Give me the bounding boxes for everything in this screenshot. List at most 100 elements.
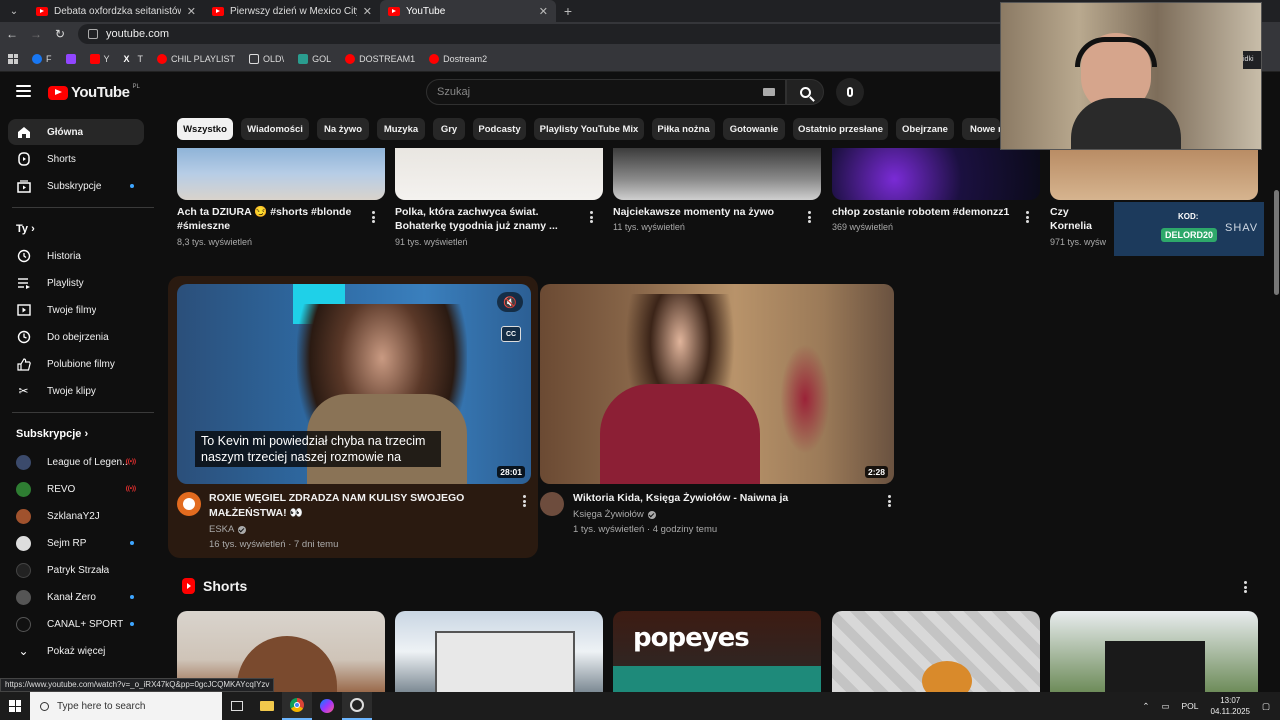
page-scrollbar[interactable] bbox=[1274, 190, 1279, 295]
sidebar-you-heading[interactable]: Ty › bbox=[16, 223, 35, 235]
tab-close-icon[interactable]: ✕ bbox=[187, 5, 196, 18]
video-title[interactable]: Ach ta DZIURA 😏 #shorts #blonde #śmieszn… bbox=[177, 205, 357, 233]
bookmark-folder[interactable]: OLD\ bbox=[249, 53, 284, 64]
channel-avatar[interactable] bbox=[177, 492, 201, 516]
closed-captions-icon[interactable]: CC bbox=[501, 326, 521, 342]
channel-avatar[interactable] bbox=[540, 492, 564, 516]
more-options-icon[interactable] bbox=[589, 211, 593, 223]
video-title[interactable]: Najciekawsze momenty na żywo bbox=[613, 205, 793, 219]
tab-search-button[interactable]: ⌄ bbox=[0, 0, 28, 22]
chip[interactable]: Playlisty YouTube Mix bbox=[534, 118, 644, 140]
video-title[interactable]: Czy Kornelia zaręczynowy bbox=[1050, 205, 1112, 233]
short-thumbnail[interactable] bbox=[1050, 611, 1258, 692]
tab-close-icon[interactable]: ✕ bbox=[363, 5, 372, 18]
sidebar-subscription[interactable]: Patryk Strzała bbox=[8, 557, 144, 583]
more-options-icon[interactable] bbox=[371, 211, 375, 223]
more-options-icon[interactable] bbox=[887, 495, 891, 507]
bookmark-item[interactable]: DOSTREAM1 bbox=[345, 53, 415, 64]
video-thumbnail[interactable]: 2:28 bbox=[540, 284, 894, 484]
sidebar-subscriptions-heading[interactable]: Subskrypcje › bbox=[16, 428, 88, 440]
bookmark-item[interactable]: Y bbox=[89, 53, 110, 64]
chrome-icon[interactable] bbox=[282, 692, 312, 720]
tab-close-icon[interactable]: ✕ bbox=[539, 5, 548, 18]
chip[interactable]: Na żywo bbox=[317, 118, 369, 140]
sidebar-item-shorts[interactable]: Shorts bbox=[8, 146, 144, 172]
youtube-logo[interactable]: YouTube PL bbox=[48, 84, 140, 101]
sidebar-subscription[interactable]: SzklanaY2J bbox=[8, 503, 144, 529]
more-options-icon[interactable] bbox=[1025, 211, 1029, 223]
search-input[interactable]: Szukaj bbox=[426, 79, 786, 105]
keyboard-language[interactable]: POL bbox=[1182, 701, 1199, 711]
channel-name[interactable]: ESKA bbox=[209, 524, 247, 535]
sidebar-item-liked[interactable]: Polubione filmy bbox=[8, 351, 144, 377]
chip[interactable]: Muzyka bbox=[377, 118, 425, 140]
sidebar-item-subscriptions[interactable]: Subskrypcje bbox=[8, 173, 144, 199]
bookmark-item[interactable]: Dostream2 bbox=[429, 53, 487, 64]
chip[interactable]: Wiadomości bbox=[241, 118, 309, 140]
obs-icon[interactable] bbox=[342, 692, 372, 720]
video-thumbnail[interactable] bbox=[613, 148, 821, 200]
bookmark-item[interactable]: XT bbox=[124, 54, 144, 64]
forward-arrow-icon[interactable]: → bbox=[24, 27, 48, 41]
chip[interactable]: Obejrzane bbox=[896, 118, 954, 140]
sidebar-item-your-videos[interactable]: Twoje filmy bbox=[8, 297, 144, 323]
chip[interactable]: Piłka nożna bbox=[652, 118, 715, 140]
search-button[interactable] bbox=[786, 79, 824, 105]
file-explorer-icon[interactable] bbox=[252, 692, 282, 720]
browser-tab-active[interactable]: YouTube ✕ bbox=[380, 0, 556, 22]
tray-overflow-icon[interactable]: ⌃ bbox=[1142, 701, 1149, 712]
sidebar-show-more[interactable]: ⌄ Pokaż więcej bbox=[8, 638, 144, 664]
sidebar-item-watch-later[interactable]: Do obejrzenia bbox=[8, 324, 144, 350]
reload-icon[interactable]: ↻ bbox=[48, 27, 72, 41]
video-thumbnail[interactable] bbox=[395, 148, 603, 200]
bookmark-item[interactable]: CHIL PLAYLIST bbox=[157, 53, 235, 64]
video-thumbnail[interactable] bbox=[177, 148, 385, 200]
start-button[interactable] bbox=[0, 692, 30, 720]
chip[interactable]: Podcasty bbox=[473, 118, 526, 140]
sidebar-item-history[interactable]: Historia bbox=[8, 243, 144, 269]
chip[interactable]: Nowe n bbox=[962, 118, 1000, 140]
sidebar-subscription[interactable]: Kanał Zero bbox=[8, 584, 144, 610]
clock[interactable]: 13:07 04.11.2025 bbox=[1211, 695, 1250, 717]
video-title[interactable]: ROXIE WĘGIEL ZDRADZA NAM KULISY SWOJEGO … bbox=[209, 491, 499, 521]
more-options-icon[interactable] bbox=[807, 211, 811, 223]
sidebar-subscription[interactable]: REVO ((•)) bbox=[8, 476, 144, 502]
video-title[interactable]: Wiktoria Kida, Księga Żywiołów - Naiwna … bbox=[573, 491, 873, 506]
new-tab-icon[interactable]: + bbox=[556, 0, 580, 22]
video-title[interactable]: chłop zostanie robotem #demonzz1 bbox=[832, 205, 1012, 219]
video-thumbnail[interactable] bbox=[832, 148, 1040, 200]
more-options-icon[interactable] bbox=[522, 495, 526, 507]
bookmark-item[interactable] bbox=[65, 53, 76, 64]
sidebar-item-clips[interactable]: ✂ Twoje klipy bbox=[8, 378, 144, 404]
short-thumbnail[interactable] bbox=[395, 611, 603, 692]
short-thumbnail[interactable]: popeyes bbox=[613, 611, 821, 692]
sidebar-subscription[interactable]: CANAL+ SPORT bbox=[8, 611, 144, 637]
video-preview-player[interactable]: 🔇 CC To Kevin mi powiedział chyba na trz… bbox=[177, 284, 531, 484]
voice-search-button[interactable] bbox=[836, 78, 864, 106]
menu-icon[interactable] bbox=[16, 85, 31, 97]
short-thumbnail[interactable] bbox=[832, 611, 1040, 692]
sidebar-item-playlists[interactable]: Playlisty bbox=[8, 270, 144, 296]
site-info-icon[interactable] bbox=[88, 29, 98, 39]
sidebar-subscription[interactable]: League of Legen... ((•)) bbox=[8, 449, 144, 475]
browser-tab[interactable]: Debata oxfordzka seitanistów n ✕ bbox=[28, 0, 204, 22]
mute-icon[interactable]: 🔇 bbox=[497, 292, 523, 312]
notifications-icon[interactable]: ▢ bbox=[1262, 701, 1270, 712]
keyboard-icon[interactable] bbox=[763, 88, 775, 96]
sidebar-item-home[interactable]: Główna bbox=[8, 119, 144, 145]
more-options-icon[interactable] bbox=[1243, 581, 1247, 593]
video-thumbnail[interactable] bbox=[1050, 148, 1258, 200]
chip-all[interactable]: Wszystko bbox=[177, 118, 233, 140]
chip[interactable]: Gotowanie bbox=[723, 118, 785, 140]
bookmark-item[interactable]: GOL bbox=[298, 53, 331, 64]
browser-tab[interactable]: Pierwszy dzień w Mexico City - ✕ bbox=[204, 0, 380, 22]
messenger-icon[interactable] bbox=[312, 692, 342, 720]
network-icon[interactable]: ▭ bbox=[1161, 701, 1169, 712]
channel-name[interactable]: Księga Żywiołów bbox=[573, 509, 656, 520]
video-title[interactable]: Polka, która zachwyca świat. Bohaterkę t… bbox=[395, 205, 575, 233]
chip[interactable]: Gry bbox=[433, 118, 465, 140]
apps-grid-icon[interactable] bbox=[8, 53, 18, 64]
back-arrow-icon[interactable]: ← bbox=[0, 27, 24, 41]
bookmark-item[interactable]: F bbox=[32, 53, 52, 64]
taskbar-search-input[interactable]: Type here to search bbox=[30, 692, 222, 720]
